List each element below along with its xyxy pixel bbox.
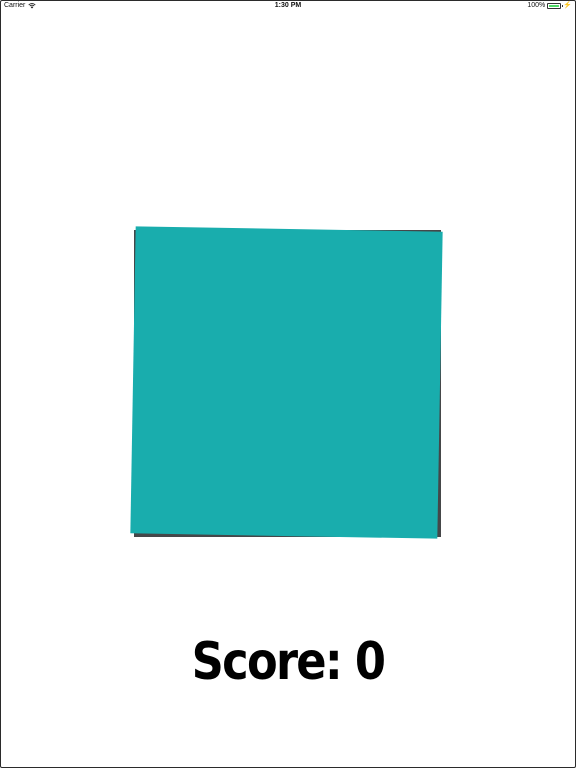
battery-indicator: 100% ⚡: [527, 2, 572, 9]
battery-fill: [549, 4, 560, 7]
status-bar: Carrier 1:30 PM 100% ⚡: [0, 0, 576, 12]
status-time: 1:30 PM: [274, 2, 302, 9]
score-label: Score: 0: [191, 632, 386, 692]
battery-percent: 100%: [527, 2, 546, 9]
game-square[interactable]: [130, 226, 443, 539]
charging-icon: ⚡: [563, 2, 572, 9]
game-board: [124, 220, 454, 550]
battery-icon: [547, 2, 564, 9]
